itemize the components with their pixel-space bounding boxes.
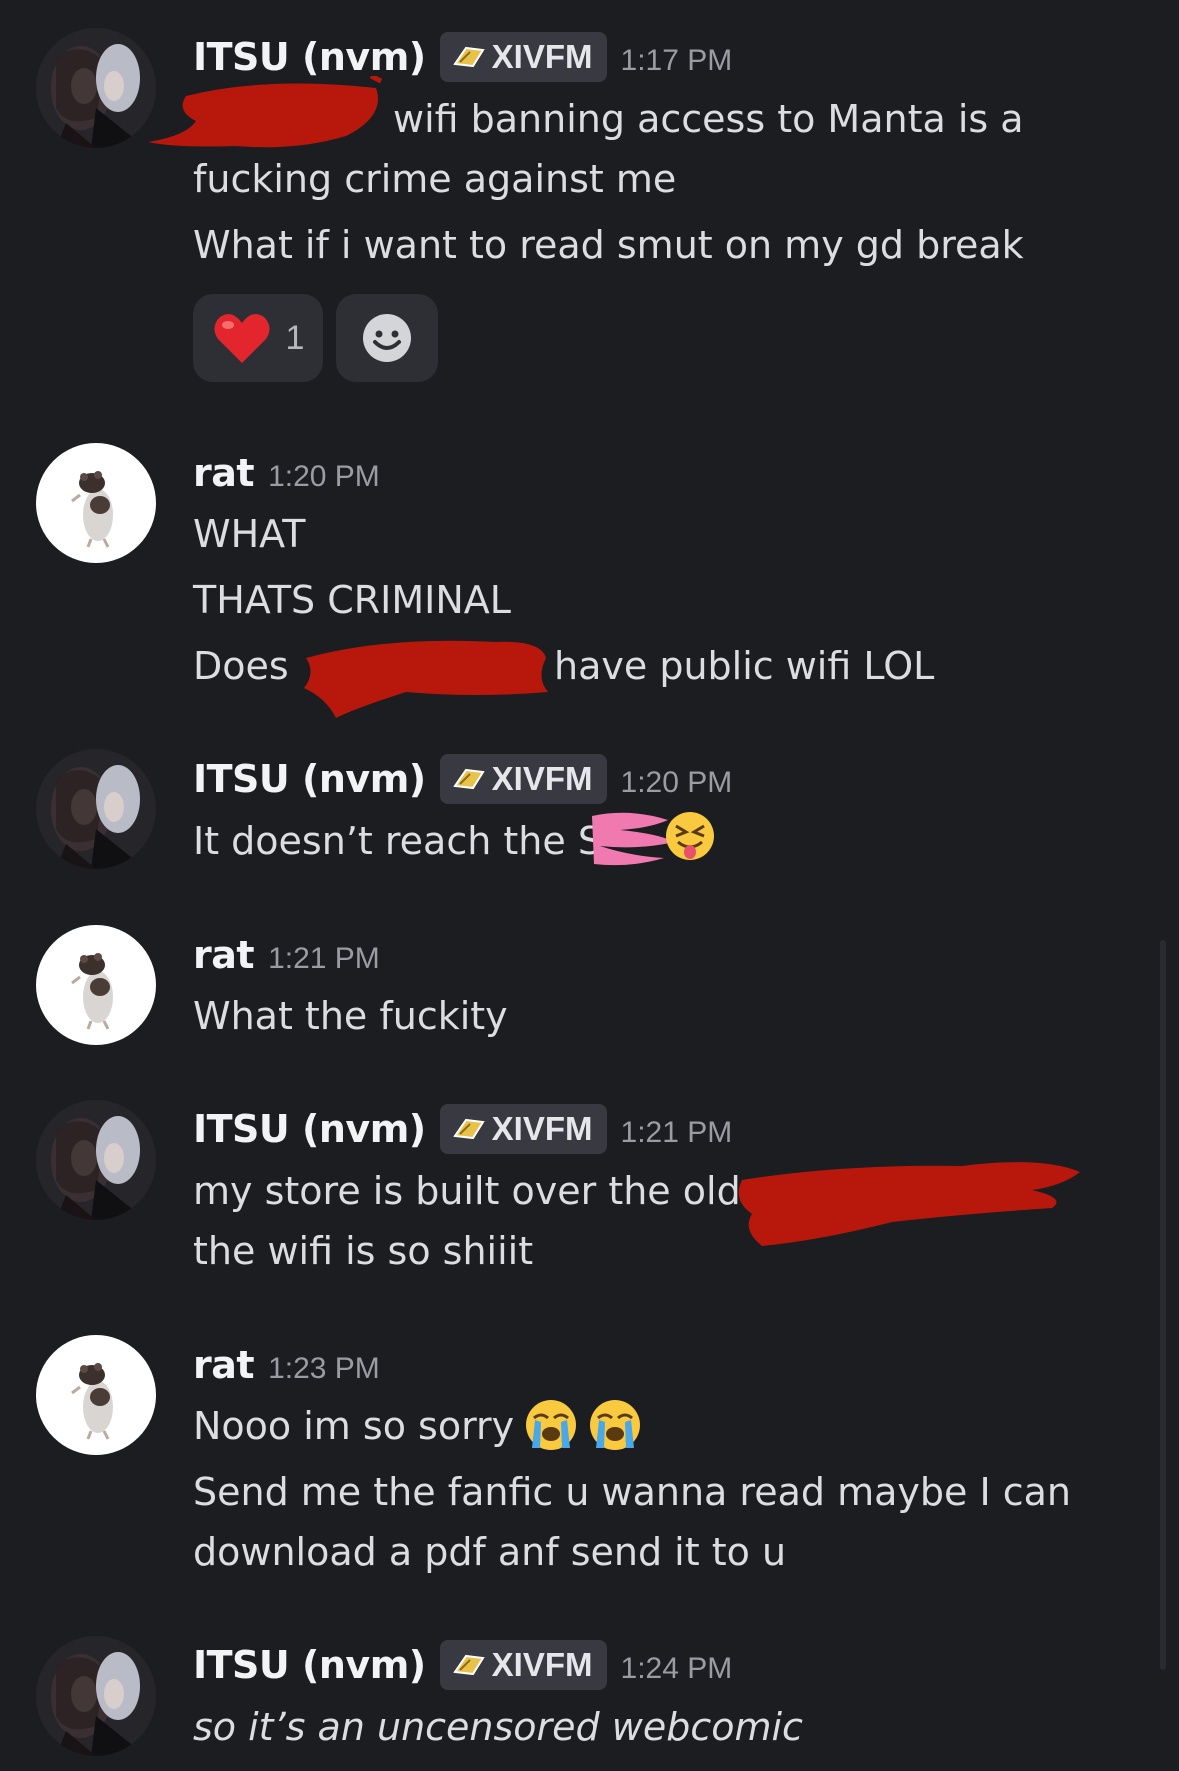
message-header: ITSU (nvm) XIVFM 1:17 PM xyxy=(193,32,732,82)
message-text: wifi banning access to Manta is a xyxy=(393,97,1024,141)
username[interactable]: ITSU (nvm) xyxy=(193,35,426,79)
message-text: THATS CRIMINAL xyxy=(193,578,511,622)
crying-emoji-icon xyxy=(526,1400,576,1450)
message-text: WHAT xyxy=(193,512,306,556)
avatar[interactable] xyxy=(36,443,156,563)
guild-tag-icon xyxy=(452,44,486,70)
guild-tag-label: XIVFM xyxy=(491,1646,593,1683)
avatar[interactable] xyxy=(36,749,156,869)
avatar[interactable] xyxy=(36,1100,156,1220)
crying-emoji-icon xyxy=(590,1400,640,1450)
guild-tag-icon xyxy=(452,1652,486,1678)
username[interactable]: ITSU (nvm) xyxy=(193,1107,426,1151)
avatar-image xyxy=(36,749,156,869)
message-text: so it’s an uncensored webcomic xyxy=(193,1705,803,1749)
username[interactable]: rat xyxy=(193,933,255,977)
guild-tag[interactable]: XIVFM xyxy=(439,754,607,804)
message-header: ITSU (nvm) XIVFM 1:21 PM xyxy=(193,1104,732,1154)
guild-tag[interactable]: XIVFM xyxy=(439,1640,607,1690)
reaction-heart[interactable]: 1 xyxy=(193,294,323,382)
username[interactable]: rat xyxy=(193,1343,255,1387)
redaction-mark xyxy=(304,640,548,718)
avatar[interactable] xyxy=(36,1636,156,1756)
reaction-count: 1 xyxy=(285,318,305,357)
message-text: my store is built over the old xyxy=(193,1169,741,1213)
message-text: Does xyxy=(193,644,289,688)
message-text: the wifi is so shiiit xyxy=(193,1229,534,1273)
message-text: It doesn’t reach the S xyxy=(193,819,602,863)
guild-tag-label: XIVFM xyxy=(491,38,593,75)
guild-tag[interactable]: XIVFM xyxy=(439,32,607,82)
avatar[interactable] xyxy=(36,28,156,148)
redaction-mark xyxy=(738,1162,1080,1246)
username[interactable]: ITSU (nvm) xyxy=(193,757,426,801)
message-text: Send me the fanfic u wanna read maybe I … xyxy=(193,1470,1071,1514)
message-text: What the fuckity xyxy=(193,994,508,1038)
message-header: rat 1:20 PM xyxy=(193,448,380,498)
message-header: rat 1:21 PM xyxy=(193,930,380,980)
avatar[interactable] xyxy=(36,1335,156,1455)
timestamp: 1:20 PM xyxy=(268,460,380,493)
guild-tag-icon xyxy=(452,1116,486,1142)
redaction-mark xyxy=(148,76,383,148)
guild-tag-icon xyxy=(452,766,486,792)
message-text: Nooo im so sorry xyxy=(193,1404,515,1448)
guild-tag[interactable]: XIVFM xyxy=(439,1104,607,1154)
avatar-image xyxy=(36,1100,156,1220)
scrollbar[interactable] xyxy=(1160,940,1166,1670)
username[interactable]: rat xyxy=(193,451,255,495)
message-header: ITSU (nvm) XIVFM 1:24 PM xyxy=(193,1640,732,1690)
avatar[interactable] xyxy=(36,925,156,1045)
add-reaction-icon xyxy=(363,314,411,362)
message-text: What if i want to read smut on my gd bre… xyxy=(193,223,1024,267)
timestamp: 1:24 PM xyxy=(620,1652,733,1685)
message-text: have public wifi LOL xyxy=(554,644,935,688)
timestamp: 1:20 PM xyxy=(620,766,733,799)
guild-tag-label: XIVFM xyxy=(491,760,593,797)
heart-icon xyxy=(213,314,270,363)
guild-tag-label: XIVFM xyxy=(491,1110,593,1147)
message-header: ITSU (nvm) XIVFM 1:20 PM xyxy=(193,754,732,804)
squinting-tongue-emoji-icon xyxy=(666,812,714,860)
message-header: rat 1:23 PM xyxy=(193,1340,380,1390)
avatar-image xyxy=(36,28,156,148)
avatar-image xyxy=(36,1636,156,1756)
timestamp: 1:21 PM xyxy=(620,1116,733,1149)
username[interactable]: ITSU (nvm) xyxy=(193,1643,426,1687)
timestamp: 1:23 PM xyxy=(268,1352,380,1385)
timestamp: 1:17 PM xyxy=(620,44,733,77)
avatar-image xyxy=(36,1335,156,1455)
message-text: fucking crime against me xyxy=(193,157,677,201)
add-reaction-button[interactable] xyxy=(336,294,438,382)
avatar-image xyxy=(36,925,156,1045)
timestamp: 1:21 PM xyxy=(268,942,380,975)
message-text: download a pdf anf send it to u xyxy=(193,1530,787,1574)
avatar-image xyxy=(36,443,156,563)
